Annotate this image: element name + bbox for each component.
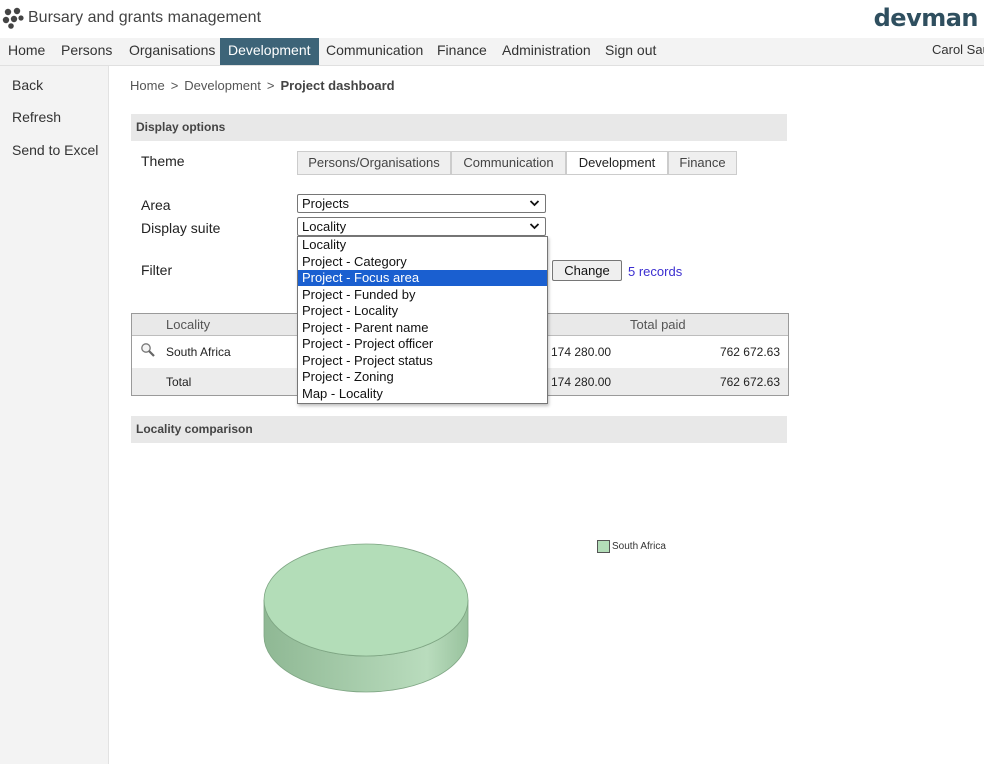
breadcrumb-current: Project dashboard [280,78,395,93]
area-select[interactable]: Projects [297,194,546,213]
app-logo-icon [2,7,24,29]
display-suite-dropdown: Locality Project - Category Project - Fo… [297,236,548,404]
tab-persons-organisations[interactable]: Persons/Organisations [297,151,451,175]
display-suite-label: Display suite [141,220,221,236]
filter-label: Filter [141,262,173,278]
column-header-total-paid[interactable]: Total paid [630,317,686,332]
dropdown-option[interactable]: Project - Zoning [298,369,547,385]
zoom-icon[interactable] [140,342,156,358]
display-options-heading: Display options [131,114,787,141]
dropdown-option-highlighted[interactable]: Project - Focus area [298,270,547,286]
breadcrumb: Home > Development > Project dashboard [130,78,395,93]
chevron-down-icon [529,195,540,218]
tab-development[interactable]: Development [566,151,668,175]
dropdown-option[interactable]: Locality [298,237,547,253]
dropdown-option[interactable]: Project - Project officer [298,336,547,352]
tab-finance[interactable]: Finance [668,151,737,175]
back-link[interactable]: Back [12,77,43,93]
breadcrumb-separator: > [170,78,179,93]
theme-label: Theme [141,153,185,169]
locality-comparison-heading: Locality comparison [131,416,787,443]
records-link[interactable]: 5 records [628,264,682,279]
sidebar: Back Refresh Send to Excel [0,66,109,764]
change-button[interactable]: Change [552,260,622,281]
nav-persons[interactable]: Persons [53,38,120,65]
total-amount: 174 280.00 [551,375,612,389]
send-to-excel-link[interactable]: Send to Excel [12,142,98,158]
legend-swatch [597,540,610,553]
total-paid: 762 672.63 [719,375,780,389]
cell-locality: South Africa [166,345,231,359]
dropdown-option[interactable]: Project - Locality [298,303,547,319]
user-name[interactable]: Carol Sau [932,38,984,62]
nav-sign-out[interactable]: Sign out [597,38,664,65]
app-title: Bursary and grants management [28,9,262,26]
app-header: Bursary and grants management devman [0,0,984,38]
legend-label: South Africa [612,541,666,552]
breadcrumb-separator: > [266,78,275,93]
refresh-link[interactable]: Refresh [12,109,61,125]
nav-administration[interactable]: Administration [494,38,599,65]
breadcrumb-development[interactable]: Development [184,78,261,93]
main-nav: Home Persons Organisations Development C… [0,38,984,66]
dropdown-option[interactable]: Map - Locality [298,386,547,402]
cell-total-paid: 762 672.63 [719,345,780,359]
locality-pie-chart [263,543,469,693]
cell-amount: 174 280.00 [551,345,612,359]
nav-finance[interactable]: Finance [429,38,495,65]
nav-home[interactable]: Home [0,38,53,65]
total-label: Total [166,375,192,389]
dropdown-option[interactable]: Project - Project status [298,353,547,369]
display-suite-value: Locality [302,219,347,234]
dropdown-option[interactable]: Project - Parent name [298,320,547,336]
tab-communication[interactable]: Communication [451,151,566,175]
pie-slice[interactable] [263,543,469,657]
nav-development[interactable]: Development [220,38,319,65]
column-header-locality[interactable]: Locality [166,317,210,332]
nav-communication[interactable]: Communication [318,38,431,65]
brand-logo: devman [873,4,979,32]
nav-organisations[interactable]: Organisations [121,38,223,65]
area-select-value: Projects [302,196,349,211]
breadcrumb-home[interactable]: Home [130,78,165,93]
dropdown-option[interactable]: Project - Funded by [298,287,547,303]
dropdown-option[interactable]: Project - Category [298,254,547,270]
display-suite-select[interactable]: Locality [297,217,546,236]
area-label: Area [141,197,171,213]
